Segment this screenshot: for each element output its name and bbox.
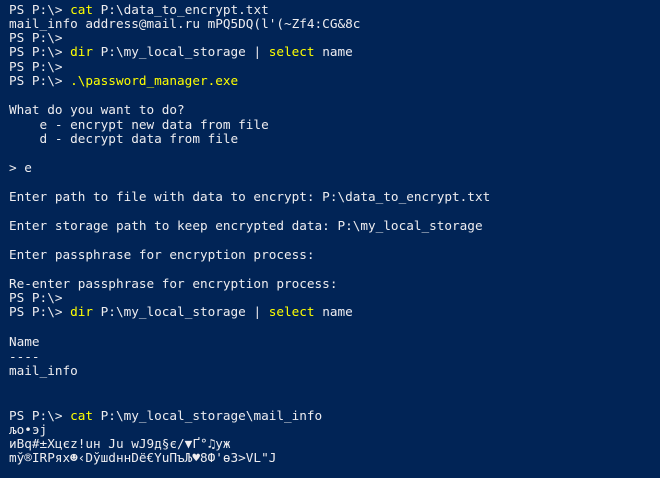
console-line: mail_info	[9, 363, 78, 378]
console-line: d - decrypt data from file	[9, 131, 239, 146]
console-line: PS P:\>	[9, 59, 63, 74]
console-line: PS P:\> dir P:\my_local_storage | select…	[9, 304, 353, 319]
console-line: PS P:\> dir P:\my_local_storage | select…	[9, 44, 353, 59]
console-line: PS P:\>	[9, 30, 63, 45]
console-line: What do you want to do?	[9, 102, 185, 117]
console-line: ----	[9, 349, 40, 364]
console-line: Name	[9, 334, 40, 349]
console-line: љo•эj	[9, 422, 48, 437]
console-line: иBq#±Xцєz!uн Ju wJ9д§є/▼Ґ°♫уж	[9, 436, 231, 451]
console-line: PS P:\>	[9, 290, 63, 305]
console-line: > e	[9, 160, 32, 175]
console-line: PS P:\> cat P:\my_local_storage\mail_inf…	[9, 408, 323, 423]
console-line: mail_info address@mail.ru mPQ5DQ(l'(~Zf4…	[9, 16, 361, 31]
console-line: e - encrypt new data from file	[9, 117, 269, 132]
console-line: PS P:\> .\password_manager.exe	[9, 73, 239, 88]
console-line: PS P:\> cat P:\data_to_encrypt.txt	[9, 2, 269, 17]
powershell-console[interactable]: PS P:\> cat P:\data_to_encrypt.txt mail_…	[0, 0, 660, 478]
console-line: Enter storage path to keep encrypted dat…	[9, 218, 483, 233]
console-line: mў®IRPяx☻‹DўшdннDё€YuПъЉ♥8Ф'ѳ3>VL"J	[9, 450, 277, 465]
console-line: Enter passphrase for encryption process:	[9, 247, 315, 262]
console-line: Re-enter passphrase for encryption proce…	[9, 276, 338, 291]
console-line: Enter path to file with data to encrypt:…	[9, 189, 491, 204]
